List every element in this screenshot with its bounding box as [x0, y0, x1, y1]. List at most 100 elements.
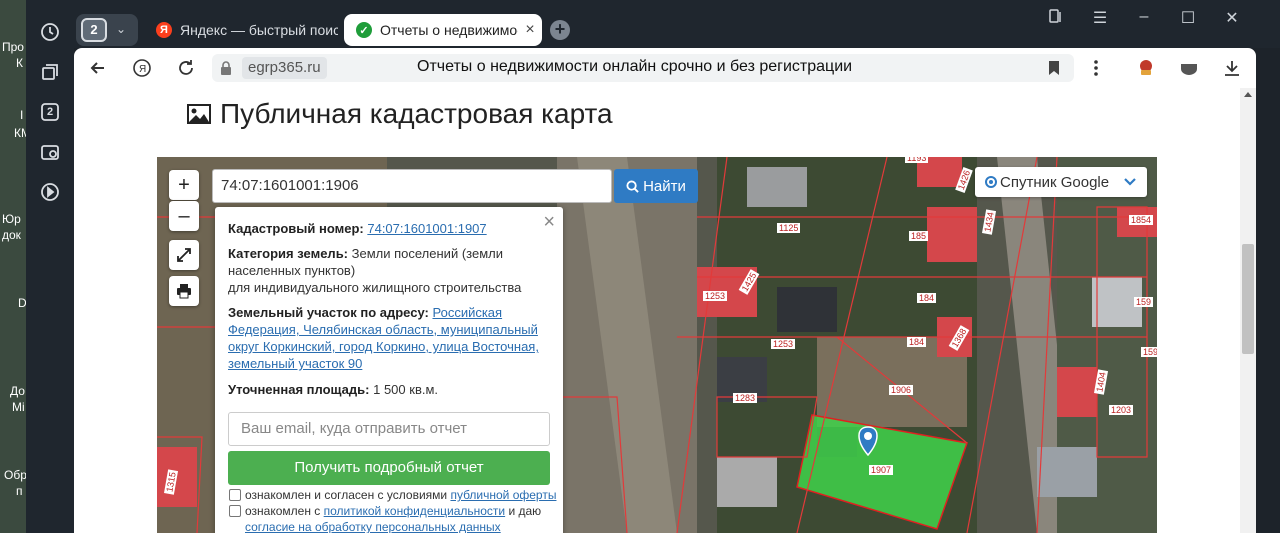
public-offer-link[interactable]: публичной оферты — [450, 488, 556, 502]
new-tab-button[interactable]: + — [550, 20, 570, 40]
bookmark-icon[interactable] — [1048, 60, 1060, 76]
desktop-label: Юр — [2, 212, 21, 226]
tab-close-icon[interactable]: × — [518, 21, 542, 39]
parcel-label: 159 — [1134, 297, 1154, 307]
search-icon — [626, 179, 639, 193]
address-bar[interactable]: egrp365.ru Отчеты о недвижимости онлайн … — [212, 54, 1074, 82]
cadastral-link[interactable]: 74:07:1601001:1907 — [367, 221, 486, 236]
desktop-label: Mi — [12, 400, 25, 414]
url-domain: egrp365.ru — [242, 57, 327, 79]
desktop-label: п — [16, 484, 23, 498]
tab-bar: 2 ⌄ Я Яндекс — быстрый поиск ✓ Отчеты о … — [74, 0, 1280, 48]
category-use: для индивидуального жилищного строительс… — [228, 280, 522, 295]
privacy-consent-label: ознакомлен с — [245, 504, 321, 518]
parcel-label: 159 — [1141, 347, 1157, 357]
minimize-icon[interactable]: – — [1132, 8, 1156, 28]
yandex-home-button[interactable]: Я — [130, 56, 154, 80]
sidebar-toggle-icon[interactable] — [1044, 8, 1068, 28]
privacy-policy-link[interactable]: политикой конфиденциальности — [324, 504, 505, 518]
fullscreen-button[interactable] — [169, 240, 199, 270]
scrollbar-thumb[interactable] — [1242, 244, 1254, 354]
address-label: Земельный участок по адресу: — [228, 305, 429, 320]
back-button[interactable] — [86, 56, 110, 80]
find-button[interactable]: Найти — [614, 169, 698, 203]
image-icon — [187, 104, 211, 124]
reload-button[interactable] — [174, 56, 198, 80]
parcel-label: 1283 — [733, 393, 758, 403]
privacy-consent-text: ознакомлен с политикой конфиденциальност… — [245, 503, 565, 533]
print-icon — [177, 284, 191, 299]
svg-text:Я: Я — [139, 64, 146, 75]
desktop-label: Обр — [4, 468, 26, 482]
desktop-label: D — [18, 296, 26, 310]
offer-consent-label: ознакомлен и согласен с условиями — [245, 488, 448, 502]
tab-counter-number: 2 — [81, 18, 107, 42]
screenshot-icon[interactable] — [39, 141, 61, 163]
tab-yandex[interactable]: Я Яндекс — быстрый поиск — [148, 14, 338, 46]
history-icon[interactable] — [39, 21, 61, 43]
cadastral-search-input[interactable]: 74:07:1601001:1906 — [212, 169, 612, 203]
parcel-label: 1907 — [869, 465, 894, 475]
browser-side-panel: 2 — [26, 0, 74, 533]
tab-label: Отчеты о недвижимос — [380, 22, 518, 38]
desktop-label: К — [16, 56, 23, 70]
tab-label: Яндекс — быстрый поиск — [180, 22, 338, 38]
tab-count-label: 2 — [46, 106, 54, 118]
more-menu-icon[interactable] — [1084, 56, 1108, 80]
chevron-down-icon — [1124, 178, 1136, 186]
privacy-consent-mid: и даю — [508, 504, 542, 518]
tab-count-icon[interactable]: 2 — [39, 101, 61, 123]
page-heading: Публичная кадастровая карта — [186, 98, 613, 130]
email-field[interactable]: Ваш email, куда отправить отчет — [228, 412, 550, 446]
offer-consent-text: ознакомлен и согласен с условиями публич… — [245, 487, 565, 503]
page-content: Публичная кадастровая карта 1193 1426 11… — [74, 88, 1256, 533]
address-row: Земельный участок по адресу: Российская … — [228, 304, 553, 372]
scroll-up-arrow-icon[interactable] — [1244, 92, 1252, 97]
video-icon[interactable] — [39, 181, 61, 203]
menu-icon[interactable]: ☰ — [1088, 8, 1112, 28]
desktop-label: Про — [2, 40, 24, 54]
desktop-strip: Про К I КМ Юр док D До Mi Обр п — [0, 0, 26, 533]
protect-icon[interactable] — [1177, 56, 1201, 80]
cadastral-row: Кадастровый номер: 74:07:1601001:1907 — [228, 220, 553, 237]
parcel-label: 1253 — [771, 339, 796, 349]
yandex-favicon-icon: Я — [156, 22, 172, 38]
parcel-label: 1906 — [889, 385, 914, 395]
maximize-icon[interactable]: ☐ — [1176, 8, 1200, 28]
parcel-label: 1203 — [1109, 405, 1134, 415]
cadastral-label: Кадастровый номер: — [228, 221, 364, 236]
zoom-out-button[interactable]: – — [169, 201, 199, 231]
radio-icon — [985, 176, 997, 188]
privacy-consent-checkbox[interactable] — [229, 505, 241, 517]
check-favicon-icon: ✓ — [356, 22, 372, 38]
parcel-label: 185 — [909, 231, 929, 241]
tab-active-reports[interactable]: ✓ Отчеты о недвижимос × — [344, 14, 542, 46]
parcel-label: 1854 — [1129, 215, 1154, 225]
zoom-in-button[interactable]: + — [169, 170, 199, 200]
address-toolbar: Я egrp365.ru Отчеты о недвижимости онлай… — [74, 48, 1256, 88]
lock-icon — [221, 61, 231, 75]
desktop-label: док — [2, 228, 21, 242]
collections-icon[interactable] — [39, 61, 61, 83]
parcel-label: 1253 — [703, 291, 728, 301]
page-title-in-address: Отчеты о недвижимости онлайн срочно и бе… — [417, 58, 853, 75]
download-icon[interactable] — [1220, 56, 1244, 80]
offer-consent-checkbox[interactable] — [229, 489, 241, 501]
map-layer-select[interactable]: Спутник Google — [975, 167, 1147, 197]
find-button-label: Найти — [643, 177, 686, 195]
desktop-label: До — [10, 384, 25, 398]
parcel-label: 184 — [907, 337, 927, 347]
get-report-button[interactable]: Получить подробный отчет — [228, 451, 550, 485]
category-label: Категория земель: — [228, 246, 349, 261]
print-button[interactable] — [169, 276, 199, 306]
personal-data-link[interactable]: согласие на обработку персональных данны… — [245, 520, 501, 533]
parcel-label: 1125 — [777, 223, 801, 233]
tab-counter-button[interactable]: 2 ⌄ — [76, 14, 138, 46]
parcel-info-popup: × Кадастровый номер: 74:07:1601001:1907 … — [215, 207, 563, 533]
desktop-label: КМ — [14, 126, 26, 140]
area-label: Уточненная площадь: — [228, 382, 370, 397]
desktop-label: I — [20, 108, 24, 122]
close-window-icon[interactable]: ✕ — [1220, 8, 1244, 28]
cadastral-map[interactable]: 1193 1426 1125 185 1434 1854 1253 1425 1… — [157, 157, 1157, 533]
extension-icon[interactable] — [1134, 56, 1158, 80]
